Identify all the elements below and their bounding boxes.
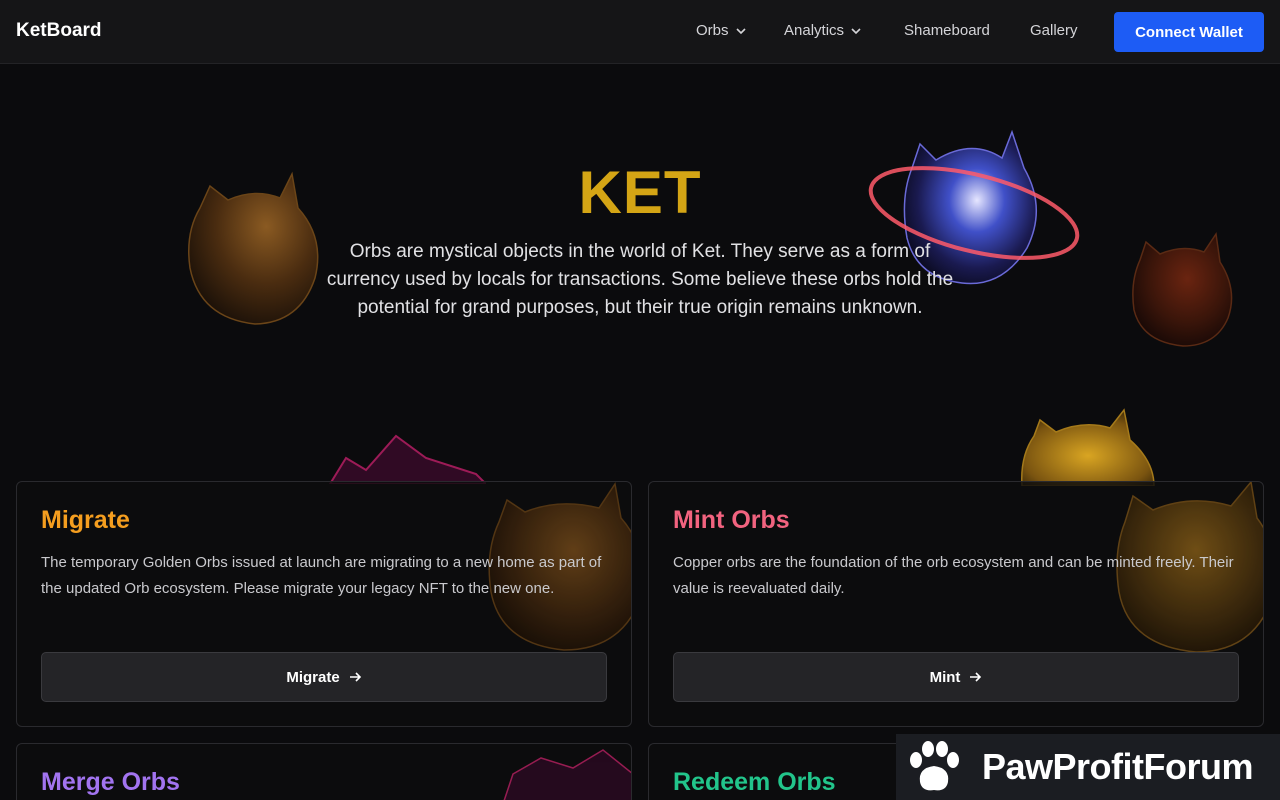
mint-orbs-card: Mint Orbs Copper orbs are the foundation… bbox=[648, 481, 1264, 727]
nav-orbs-dropdown[interactable]: Orbs bbox=[696, 22, 747, 39]
nav-analytics-label: Analytics bbox=[784, 22, 845, 39]
nav-shameboard-link[interactable]: Shameboard bbox=[904, 22, 990, 39]
migrate-button-label: Migrate bbox=[286, 668, 340, 686]
nav-analytics-dropdown[interactable]: Analytics bbox=[784, 22, 862, 39]
migrate-button[interactable]: Migrate bbox=[41, 652, 607, 702]
redeem-orbs-card-title: Redeem Orbs bbox=[673, 768, 836, 796]
watermark-banner: PawProfitForum bbox=[896, 734, 1280, 800]
chevron-down-icon bbox=[735, 27, 746, 34]
copper-orb-image-right bbox=[1132, 231, 1233, 347]
crystal-orb-image bbox=[328, 434, 486, 484]
mint-button-label: Mint bbox=[929, 668, 961, 686]
mint-orbs-card-description: Copper orbs are the foundation of the or… bbox=[673, 554, 1234, 597]
mint-orbs-card-title: Mint Orbs bbox=[673, 506, 790, 534]
merge-orbs-card: Merge Orbs bbox=[16, 743, 632, 800]
merge-orbs-card-title: Merge Orbs bbox=[41, 768, 180, 796]
crystal-orb-card-image bbox=[503, 749, 631, 800]
paw-icon bbox=[910, 741, 959, 791]
nav-orbs-label: Orbs bbox=[696, 22, 729, 39]
connect-wallet-button[interactable]: Connect Wallet bbox=[1114, 12, 1264, 52]
arrow-right-icon bbox=[970, 672, 982, 682]
top-navbar: KetBoard Orbs Analytics Shameboard Galle… bbox=[0, 0, 1280, 64]
migrate-card-description: The temporary Golden Orbs issued at laun… bbox=[41, 554, 602, 597]
watermark-text: PawProfitForum bbox=[982, 746, 1254, 787]
arrow-right-icon bbox=[349, 672, 361, 682]
chevron-down-icon bbox=[851, 27, 861, 34]
migrate-card: Migrate The temporary Golden Orbs issued… bbox=[16, 481, 632, 727]
migrate-card-title: Migrate bbox=[41, 506, 130, 534]
mint-button[interactable]: Mint bbox=[673, 652, 1239, 702]
hero-title: KET bbox=[578, 159, 702, 226]
nav-gallery-link[interactable]: Gallery bbox=[1030, 22, 1078, 39]
golden-orb-image-mid bbox=[1021, 408, 1155, 486]
hero-description: Orbs are mystical objects in the world o… bbox=[326, 241, 954, 318]
brand-logo[interactable]: KetBoard bbox=[16, 20, 102, 42]
